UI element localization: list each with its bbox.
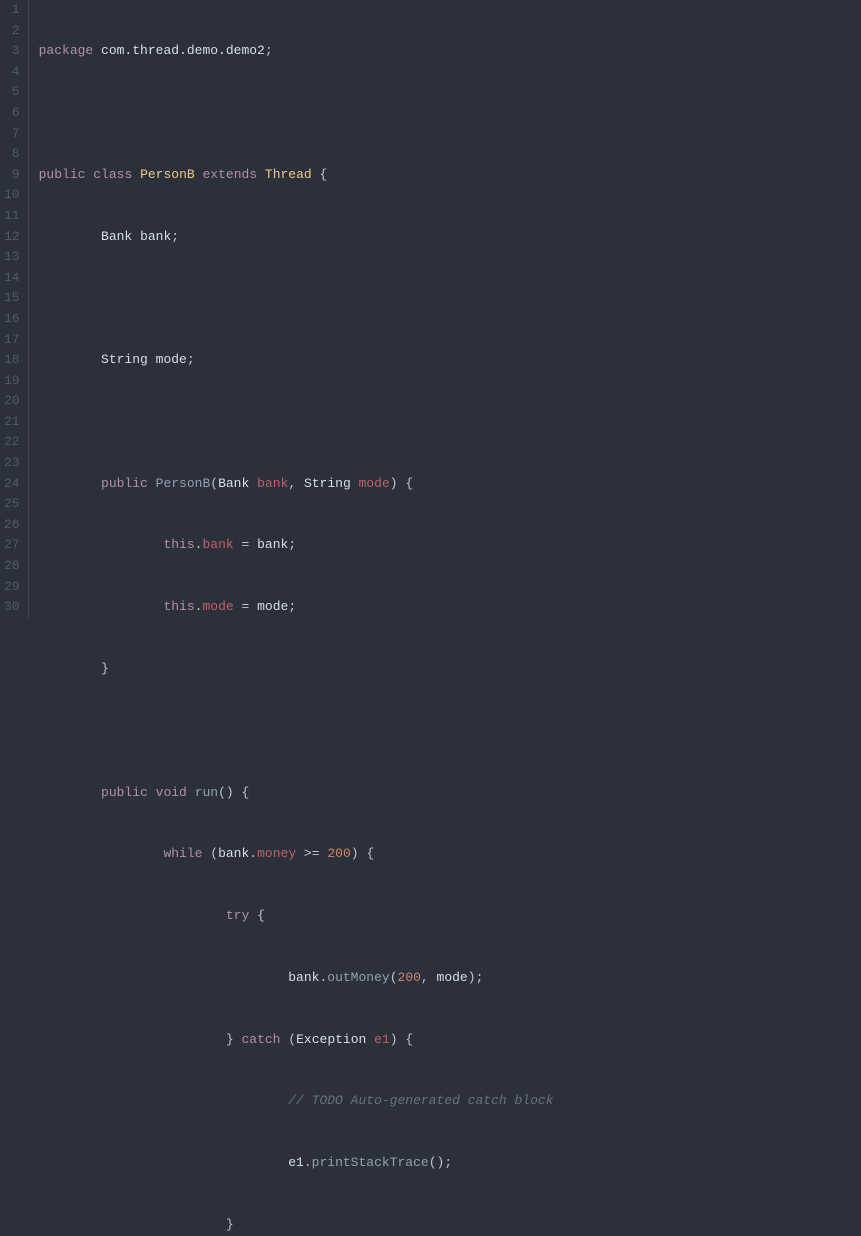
code-line: this.mode = mode; <box>39 597 851 618</box>
code-line <box>39 103 851 124</box>
code-line: } <box>39 1215 851 1236</box>
code-line: } <box>39 659 851 680</box>
code-line: e1.printStackTrace(); <box>39 1153 851 1174</box>
line-number: 29 <box>4 577 20 598</box>
line-number: 4 <box>4 62 20 83</box>
line-number: 10 <box>4 185 20 206</box>
code-line <box>39 721 851 742</box>
code-line: try { <box>39 906 851 927</box>
line-number: 26 <box>4 515 20 536</box>
code-line: while (bank.money >= 200) { <box>39 844 851 865</box>
line-number: 30 <box>4 597 20 618</box>
line-number: 7 <box>4 124 20 145</box>
code-line: // TODO Auto-generated catch block <box>39 1091 851 1112</box>
line-number: 15 <box>4 288 20 309</box>
code-area[interactable]: package com.thread.demo.demo2; public cl… <box>29 0 861 618</box>
line-number: 16 <box>4 309 20 330</box>
line-number: 9 <box>4 165 20 186</box>
line-number: 13 <box>4 247 20 268</box>
line-number: 24 <box>4 474 20 495</box>
line-number: 17 <box>4 330 20 351</box>
code-line <box>39 288 851 309</box>
code-line <box>39 412 851 433</box>
code-line: bank.outMoney(200, mode); <box>39 968 851 989</box>
line-number: 5 <box>4 82 20 103</box>
line-number: 2 <box>4 21 20 42</box>
line-number: 6 <box>4 103 20 124</box>
line-number: 8 <box>4 144 20 165</box>
code-line: public class PersonB extends Thread { <box>39 165 851 186</box>
line-number: 27 <box>4 535 20 556</box>
line-number: 11 <box>4 206 20 227</box>
line-number: 20 <box>4 391 20 412</box>
line-number: 1 <box>4 0 20 21</box>
code-editor: 1 2 3 4 5 6 7 8 9 10 11 12 13 14 15 16 1… <box>0 0 861 618</box>
line-number: 3 <box>4 41 20 62</box>
code-line: Bank bank; <box>39 227 851 248</box>
line-number: 21 <box>4 412 20 433</box>
line-number: 18 <box>4 350 20 371</box>
code-line: String mode; <box>39 350 851 371</box>
line-number: 23 <box>4 453 20 474</box>
line-number: 28 <box>4 556 20 577</box>
line-number: 25 <box>4 494 20 515</box>
line-number: 14 <box>4 268 20 289</box>
line-number: 22 <box>4 432 20 453</box>
code-line: public PersonB(Bank bank, String mode) { <box>39 474 851 495</box>
line-number-gutter: 1 2 3 4 5 6 7 8 9 10 11 12 13 14 15 16 1… <box>0 0 29 618</box>
code-line: package com.thread.demo.demo2; <box>39 41 851 62</box>
code-line: this.bank = bank; <box>39 535 851 556</box>
code-line: } catch (Exception e1) { <box>39 1030 851 1051</box>
code-line: public void run() { <box>39 783 851 804</box>
line-number: 12 <box>4 227 20 248</box>
line-number: 19 <box>4 371 20 392</box>
